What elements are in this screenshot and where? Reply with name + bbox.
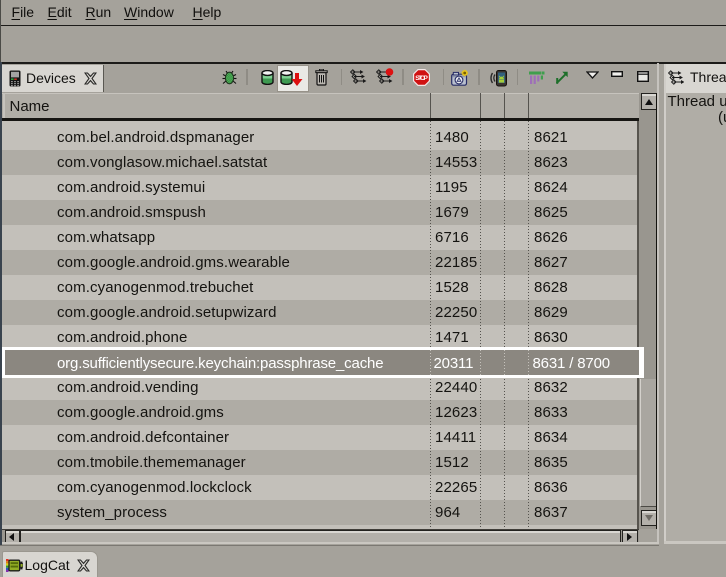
- svg-text:STOP: STOP: [415, 75, 428, 82]
